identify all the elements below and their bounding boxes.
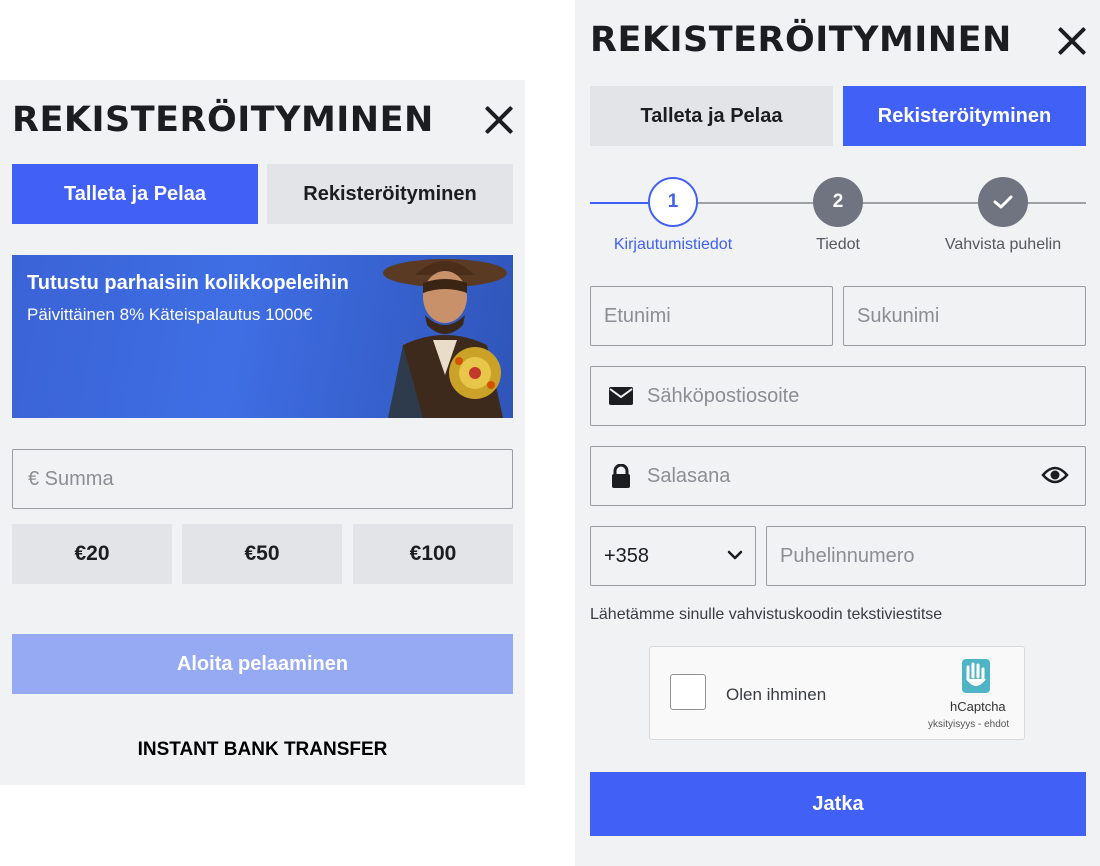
step-2-label: Tiedot (816, 236, 860, 253)
amount-placeholder: € Summa (28, 467, 114, 490)
hcaptcha-brand: hCaptcha (950, 699, 1006, 714)
tab-registration[interactable]: Rekisteröityminen (843, 86, 1086, 146)
phone-number-field[interactable]: Puhelinnumero (766, 526, 1086, 586)
banner-title: Tutustu parhaisiin kolikkopeleihin (27, 272, 349, 294)
first-name-field[interactable]: Etunimi (590, 286, 833, 346)
banner-subtitle: Päivittäinen 8% Käteispalautus 1000€ (27, 305, 313, 324)
progress-line (862, 202, 978, 204)
captcha-checkbox[interactable] (670, 674, 706, 710)
amount-50-button[interactable]: €50 (182, 524, 342, 584)
progress-line (696, 202, 813, 204)
tab-deposit-and-play[interactable]: Talleta ja Pelaa (590, 86, 833, 146)
hcaptcha-logo-icon (962, 659, 990, 693)
last-name-placeholder: Sukunimi (857, 304, 940, 327)
adventurer-character-image (383, 259, 507, 418)
hcaptcha-widget: Olen ihminen hCaptcha yksityisyys - ehdo… (649, 646, 1025, 740)
close-icon[interactable] (1057, 26, 1087, 56)
tab-registration[interactable]: Rekisteröityminen (267, 164, 513, 224)
step-2-circle: 2 (813, 177, 863, 227)
amount-100-button[interactable]: €100 (353, 524, 513, 584)
phone-placeholder: Puhelinnumero (780, 544, 915, 567)
eye-icon[interactable] (1041, 465, 1069, 485)
email-placeholder: Sähköpostiosoite (647, 384, 800, 407)
registration-panel: REKISTERÖITYMINEN Talleta ja Pelaa Rekis… (575, 0, 1100, 866)
panel-title: REKISTERÖITYMINEN (12, 100, 434, 140)
password-placeholder: Salasana (647, 464, 731, 487)
step-3-circle (978, 177, 1028, 227)
step-1-label: Kirjautumistiedot (613, 236, 733, 253)
amount-20-button[interactable]: €20 (12, 524, 172, 584)
password-field[interactable]: Salasana (590, 446, 1086, 506)
lock-icon (611, 464, 631, 488)
deposit-panel: REKISTERÖITYMINEN Talleta ja Pelaa Rekis… (0, 80, 525, 785)
chevron-down-icon (727, 549, 743, 561)
step-3-label: Vahvista puhelin (944, 236, 1062, 253)
close-icon[interactable] (484, 105, 514, 135)
checkmark-icon (993, 195, 1013, 209)
sms-verification-note: Lähetämme sinulle vahvistuskoodin teksti… (590, 606, 943, 623)
start-playing-button[interactable]: Aloita pelaaminen (12, 634, 513, 694)
payment-method-label: INSTANT BANK TRANSFER (137, 739, 388, 760)
continue-button[interactable]: Jatka (590, 772, 1086, 836)
promo-banner[interactable]: Tutustu parhaisiin kolikkopeleihin Päivi… (12, 255, 513, 418)
step-1-circle: 1 (648, 177, 698, 227)
captcha-label: Olen ihminen (726, 685, 827, 704)
email-field[interactable]: Sähköpostiosoite (590, 366, 1086, 426)
first-name-placeholder: Etunimi (604, 304, 671, 327)
tab-deposit-and-play[interactable]: Talleta ja Pelaa (12, 164, 258, 224)
panel-title: REKISTERÖITYMINEN (590, 20, 1012, 60)
last-name-field[interactable]: Sukunimi (843, 286, 1086, 346)
envelope-icon (609, 387, 633, 405)
amount-input[interactable]: € Summa (12, 449, 513, 509)
hcaptcha-links[interactable]: yksityisyys - ehdot (928, 719, 1009, 730)
progress-line-done (590, 202, 648, 204)
progress-line (1027, 202, 1086, 204)
country-code-select[interactable]: +358 (590, 526, 756, 586)
country-code-value: +358 (604, 544, 650, 567)
